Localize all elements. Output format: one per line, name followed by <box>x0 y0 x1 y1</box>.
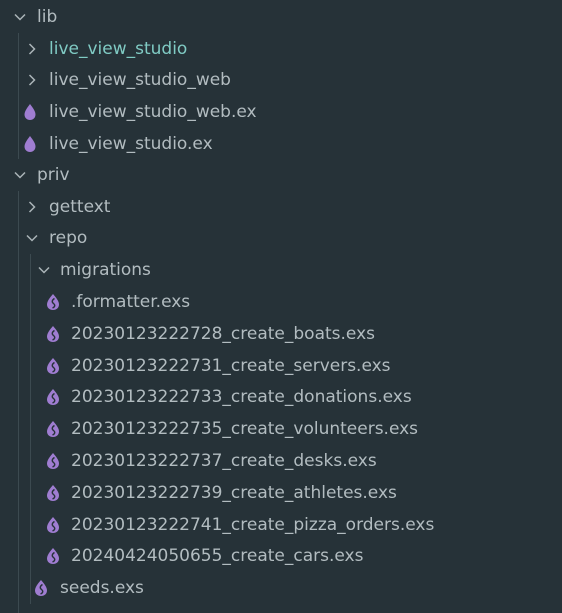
elixir-script-icon <box>45 389 61 406</box>
tree-item-label: gettext <box>49 196 111 217</box>
tree-item-label: repo <box>49 228 88 249</box>
tree-folder-live-view-studio-web[interactable]: live_view_studio_web <box>0 65 562 97</box>
tree-item-label: live_view_studio <box>49 38 188 59</box>
tree-folder-migrations[interactable]: migrations <box>0 254 562 286</box>
chevron-down-icon <box>12 167 28 183</box>
tree-file-seeds-exs[interactable]: seeds.exs <box>0 572 562 604</box>
elixir-drop-icon <box>22 104 38 121</box>
elixir-drop-icon <box>22 136 38 153</box>
tree-file-live-view-studio-ex[interactable]: live_view_studio.ex <box>0 128 562 160</box>
tree-file-migration-create-servers[interactable]: 20230123222731_create_servers.exs <box>0 350 562 382</box>
tree-item-label: seeds.exs <box>60 578 144 599</box>
chevron-down-icon <box>12 9 28 25</box>
tree-item-label: 20230123222728_create_boats.exs <box>71 323 375 344</box>
tree-item-label: 20230123222733_create_donations.exs <box>71 387 412 408</box>
tree-file-migration-create-donations[interactable]: 20230123222733_create_donations.exs <box>0 382 562 414</box>
tree-item-label: live_view_studio.ex <box>49 134 213 155</box>
elixir-script-icon <box>45 453 61 470</box>
elixir-script-icon <box>45 548 61 565</box>
chevron-down-icon <box>36 262 52 278</box>
tree-folder-lib[interactable]: lib <box>0 1 562 33</box>
tree-file-migration-create-boats[interactable]: 20230123222728_create_boats.exs <box>0 318 562 350</box>
tree-item-label: 20230123222737_create_desks.exs <box>71 451 377 472</box>
tree-item-label: 20240424050655_create_cars.exs <box>71 546 364 567</box>
tree-item-label: lib <box>37 6 58 27</box>
elixir-script-icon <box>33 580 49 597</box>
chevron-right-icon <box>24 199 40 215</box>
tree-file-migration-create-desks[interactable]: 20230123222737_create_desks.exs <box>0 445 562 477</box>
elixir-script-icon <box>45 357 61 374</box>
tree-item-label: live_view_studio_web <box>49 70 231 91</box>
tree-file-migration-create-cars[interactable]: 20240424050655_create_cars.exs <box>0 541 562 573</box>
elixir-script-icon <box>45 484 61 501</box>
tree-folder-gettext[interactable]: gettext <box>0 191 562 223</box>
tree-folder-priv[interactable]: priv <box>0 159 562 191</box>
tree-item-label: migrations <box>60 260 151 281</box>
tree-item-label: live_view_studio_web.ex <box>49 102 257 123</box>
tree-file-formatter-exs[interactable]: .formatter.exs <box>0 286 562 318</box>
file-explorer-tree: lib live_view_studio live_view_studio_we… <box>0 0 562 613</box>
elixir-script-icon <box>45 516 61 533</box>
tree-file-live-view-studio-web-ex[interactable]: live_view_studio_web.ex <box>0 96 562 128</box>
tree-file-migration-create-volunteers[interactable]: 20230123222735_create_volunteers.exs <box>0 413 562 445</box>
tree-item-label: 20230123222739_create_athletes.exs <box>71 482 397 503</box>
tree-item-label: 20230123222741_create_pizza_orders.exs <box>71 514 435 535</box>
tree-file-migration-create-athletes[interactable]: 20230123222739_create_athletes.exs <box>0 477 562 509</box>
elixir-script-icon <box>45 421 61 438</box>
chevron-right-icon <box>24 72 40 88</box>
chevron-down-icon <box>24 230 40 246</box>
tree-item-label: 20230123222735_create_volunteers.exs <box>71 419 419 440</box>
elixir-script-icon <box>45 325 61 342</box>
chevron-right-icon <box>24 41 40 57</box>
tree-item-label: 20230123222731_create_servers.exs <box>71 355 391 376</box>
tree-folder-repo[interactable]: repo <box>0 223 562 255</box>
tree-item-label: priv <box>37 164 70 185</box>
tree-item-label: .formatter.exs <box>71 292 191 313</box>
tree-folder-live-view-studio[interactable]: live_view_studio <box>0 33 562 65</box>
elixir-script-icon <box>45 294 61 311</box>
tree-file-migration-create-pizza-orders[interactable]: 20230123222741_create_pizza_orders.exs <box>0 509 562 541</box>
